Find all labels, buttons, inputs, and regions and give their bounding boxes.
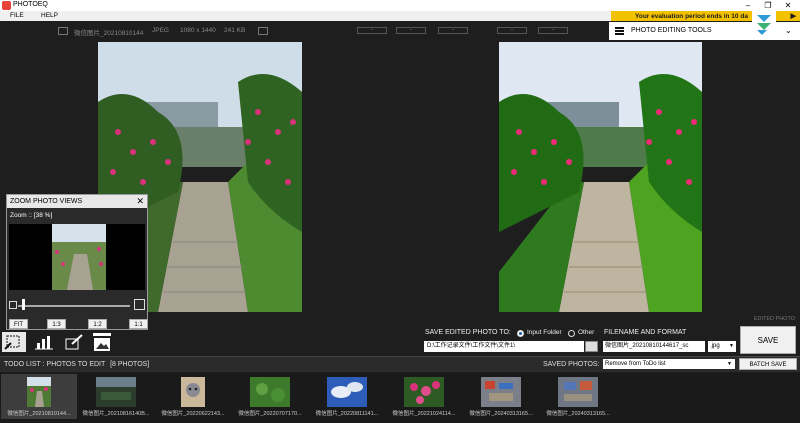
thumbnail-caption: 微信图片_20220622143... — [161, 411, 225, 417]
zoom-fit-button[interactable]: FIT — [9, 319, 28, 329]
format-select[interactable]: .jpg ▼ — [708, 341, 736, 352]
todo-label: TODO LIST : PHOTOS TO EDIT [8 PHOTOS] — [4, 361, 149, 368]
restore-button[interactable]: ❐ — [760, 0, 776, 11]
file-dimensions: 1080 x 1440 — [180, 27, 216, 34]
zoom-panel-title: ZOOM PHOTO VIEWS — [10, 198, 83, 205]
zoom-panel-header[interactable]: ZOOM PHOTO VIEWS ✕ — [7, 195, 147, 208]
save-to-label: SAVE EDITED PHOTO TO: — [425, 329, 511, 336]
logo-icon — [752, 11, 776, 37]
save-button[interactable]: SAVE — [740, 326, 796, 354]
edited-photo[interactable] — [499, 42, 702, 312]
menu-icon — [615, 27, 624, 35]
thumbnail[interactable]: 微信图片_20210810144... — [1, 374, 77, 419]
radio-input-folder-label[interactable]: Input Folder — [527, 329, 562, 336]
zoom-level-text: Zoom :: [38 %] — [10, 212, 53, 219]
radio-other-label[interactable]: Other — [578, 329, 594, 336]
zoom-slider-thumb[interactable] — [22, 299, 25, 310]
pencil-icon — [65, 334, 83, 350]
saved-photos-label: SAVED PHOTOS: — [543, 361, 600, 368]
thumbnail[interactable]: 微信图片_20220707170... — [232, 374, 308, 419]
zoom-preview[interactable] — [9, 224, 145, 290]
toolbar-box-1[interactable]: - — [357, 27, 387, 34]
folder-icon[interactable] — [258, 27, 268, 35]
thumbnail-caption: 微信图片_20210816140B... — [82, 411, 150, 417]
close-window-button[interactable]: ✕ — [780, 0, 796, 11]
zoom-out-icon[interactable] — [9, 301, 17, 309]
thumbnail[interactable]: 微信图片_20240313165... — [463, 374, 539, 419]
chevron-down-icon: ⌄ — [785, 26, 792, 35]
toolbar-box-3[interactable]: - — [438, 27, 468, 34]
thumbnail-image — [181, 377, 205, 407]
menu-help[interactable]: HELP — [41, 12, 58, 19]
thumbnail[interactable]: 微信图片_20210816140B... — [78, 374, 154, 419]
browse-folder-icon[interactable] — [585, 341, 598, 352]
tools-label: PHOTO EDITING TOOLS — [631, 27, 712, 34]
menu-file[interactable]: FILE — [10, 12, 24, 19]
thumbnail[interactable]: 微信图片_20221024114... — [386, 374, 462, 419]
file-format: JPEG — [152, 27, 169, 34]
evaluation-text: Your evaluation period ends in 10 da — [635, 13, 748, 20]
file-size: 241 KB — [224, 27, 246, 34]
edit-tool-button[interactable] — [62, 332, 86, 352]
zoom-slider[interactable] — [18, 305, 130, 307]
zoom-1-2-button[interactable]: 1:2 — [88, 319, 107, 329]
file-name: 微信图片_20210810144 — [74, 30, 144, 37]
minimize-button[interactable]: – — [740, 0, 756, 11]
zoom-in-icon[interactable] — [134, 299, 145, 310]
toolbar-box-5[interactable]: - — [538, 27, 568, 34]
crop-tool-button[interactable] — [2, 332, 26, 352]
thumbnail-image — [404, 377, 444, 407]
todo-title: TODO LIST : PHOTOS TO EDIT — [4, 361, 106, 368]
thumbnail-caption: 微信图片_20210810144... — [7, 411, 71, 417]
thumbnail-caption: 微信图片_20220811141... — [315, 411, 379, 417]
zoom-1-3-button[interactable]: 1:3 — [47, 319, 66, 329]
histogram-icon — [35, 336, 53, 350]
thumbnail-image — [96, 377, 136, 407]
toolbar-box-4[interactable]: - — [497, 27, 527, 34]
zoom-1-1-button[interactable]: 1:1 — [129, 319, 148, 329]
dropdown-arrow-icon: ▼ — [729, 343, 734, 349]
thumbnail-image — [558, 377, 598, 407]
save-folder-input[interactable]: D:\工作记录文件\工作文件\文件1\ — [424, 341, 584, 352]
dropdown-arrow-icon: ▼ — [727, 361, 732, 367]
todo-count: [8 PHOTOS] — [110, 361, 150, 368]
thumbnail[interactable]: 微信图片_20220811141... — [309, 374, 385, 419]
close-icon[interactable]: ✕ — [136, 195, 144, 208]
saved-photos-select[interactable]: Remove from ToDo list ▼ — [603, 359, 735, 369]
radio-other[interactable] — [568, 330, 575, 337]
thumbnail-caption: 微信图片_20220707170... — [238, 411, 302, 417]
toolbar-box-2[interactable]: - — [396, 27, 426, 34]
levels-tool-button[interactable] — [32, 332, 56, 352]
window-title: PHOTOEQ — [13, 1, 48, 8]
image-tool-button[interactable] — [90, 332, 114, 352]
thumbnail-image — [250, 377, 290, 407]
image-icon — [58, 27, 68, 35]
app-icon — [2, 1, 11, 10]
thumbnail-caption: 微信图片_20240313165... — [469, 411, 533, 417]
radio-selected-dot — [519, 332, 522, 335]
zoom-panel: ZOOM PHOTO VIEWS ✕ Zoom :: [38 %] — [6, 194, 148, 330]
thumbnail-image — [481, 377, 521, 407]
saved-photos-value: Remove from ToDo list — [605, 361, 666, 367]
edited-photo-label: EDITED PHOTO — [753, 316, 795, 322]
thumbnail-caption: 微信图片_20221024114... — [392, 411, 456, 417]
picture-icon — [93, 333, 111, 351]
batch-save-button[interactable]: BATCH SAVE — [739, 358, 797, 370]
crop-icon — [4, 335, 20, 350]
thumbnail-caption: 微信图片_20240313165... — [546, 411, 610, 417]
format-value: .jpg — [710, 343, 720, 349]
filename-format-label: FILENAME AND FORMAT — [604, 329, 687, 336]
thumbnail-image — [27, 377, 51, 407]
filename-input[interactable]: 微信图片_20210810144617_sc — [603, 341, 705, 352]
thumbnail[interactable]: 微信图片_20220622143... — [155, 374, 231, 419]
title-bar: PHOTOEQ – ❐ ✕ — [0, 0, 800, 11]
thumbnail[interactable]: 微信图片_20240313165... — [540, 374, 616, 419]
thumbnail-image — [327, 377, 367, 407]
